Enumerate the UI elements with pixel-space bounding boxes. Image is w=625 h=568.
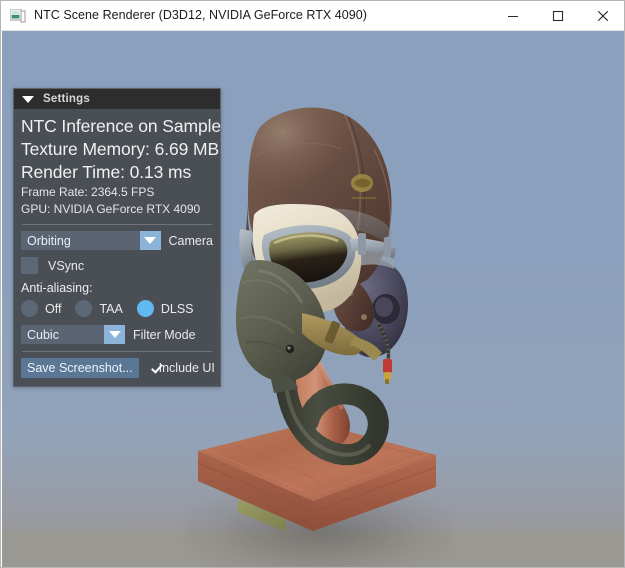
vsync-label: VSync	[48, 259, 84, 273]
stat-texture-memory: Texture Memory: 6.69 MB	[21, 138, 213, 161]
radio-aa-dlss[interactable]	[137, 300, 154, 317]
antialiasing-label: Anti-aliasing:	[21, 281, 213, 295]
radio-aa-off[interactable]	[21, 300, 38, 317]
radio-aa-dlss-label: DLSS	[161, 302, 194, 316]
antialiasing-options: Off TAA DLSS	[21, 300, 213, 317]
stat-frame-rate: Frame Rate: 2364.5 FPS	[21, 184, 213, 201]
render-viewport[interactable]: Settings NTC Inference on Sample Texture…	[2, 31, 625, 568]
vsync-row: VSync	[21, 257, 213, 274]
filter-mode-dropdown-value: Cubic	[21, 328, 104, 342]
vsync-checkbox[interactable]	[21, 257, 38, 274]
divider-actions	[22, 351, 212, 352]
radio-aa-taa[interactable]	[75, 300, 92, 317]
settings-panel-body: NTC Inference on Sample Texture Memory: …	[14, 109, 220, 386]
radio-aa-off-label: Off	[45, 302, 61, 316]
actions-row: Save Screenshot... Include UI	[21, 358, 213, 378]
settings-panel: Settings NTC Inference on Sample Texture…	[13, 88, 221, 387]
filter-mode-row: Cubic Filter Mode	[21, 325, 213, 344]
app-icon	[10, 9, 26, 24]
include-ui-label: Include UI	[159, 361, 215, 375]
chevron-down-icon[interactable]	[22, 96, 34, 103]
chevron-down-icon[interactable]	[104, 325, 125, 344]
camera-dropdown-value: Orbiting	[21, 234, 140, 248]
settings-panel-header[interactable]: Settings	[14, 89, 220, 109]
stat-inference-mode: NTC Inference on Sample	[21, 115, 213, 138]
radio-aa-taa-label: TAA	[99, 302, 122, 316]
chevron-down-icon[interactable]	[140, 231, 161, 250]
settings-panel-title: Settings	[43, 93, 90, 105]
minimize-button[interactable]	[490, 1, 535, 30]
camera-row: Orbiting Camera	[21, 231, 213, 250]
divider-stats	[22, 224, 212, 225]
camera-label: Camera	[169, 234, 213, 248]
filter-mode-dropdown[interactable]: Cubic	[21, 325, 125, 344]
window-title: NTC Scene Renderer (D3D12, NVIDIA GeForc…	[34, 8, 367, 22]
plug-gold	[384, 372, 391, 380]
stat-render-time: Render Time: 0.13 ms	[21, 161, 213, 184]
camera-dropdown[interactable]: Orbiting	[21, 231, 161, 250]
save-screenshot-button[interactable]: Save Screenshot...	[21, 358, 139, 378]
plug-red	[383, 359, 392, 373]
close-button[interactable]	[580, 1, 625, 30]
application-window: NTC Scene Renderer (D3D12, NVIDIA GeForc…	[0, 0, 625, 568]
stat-gpu: GPU: NVIDIA GeForce RTX 4090	[21, 201, 213, 218]
title-bar: NTC Scene Renderer (D3D12, NVIDIA GeForc…	[1, 1, 625, 31]
maximize-button[interactable]	[535, 1, 580, 30]
filter-mode-label: Filter Mode	[133, 328, 196, 342]
